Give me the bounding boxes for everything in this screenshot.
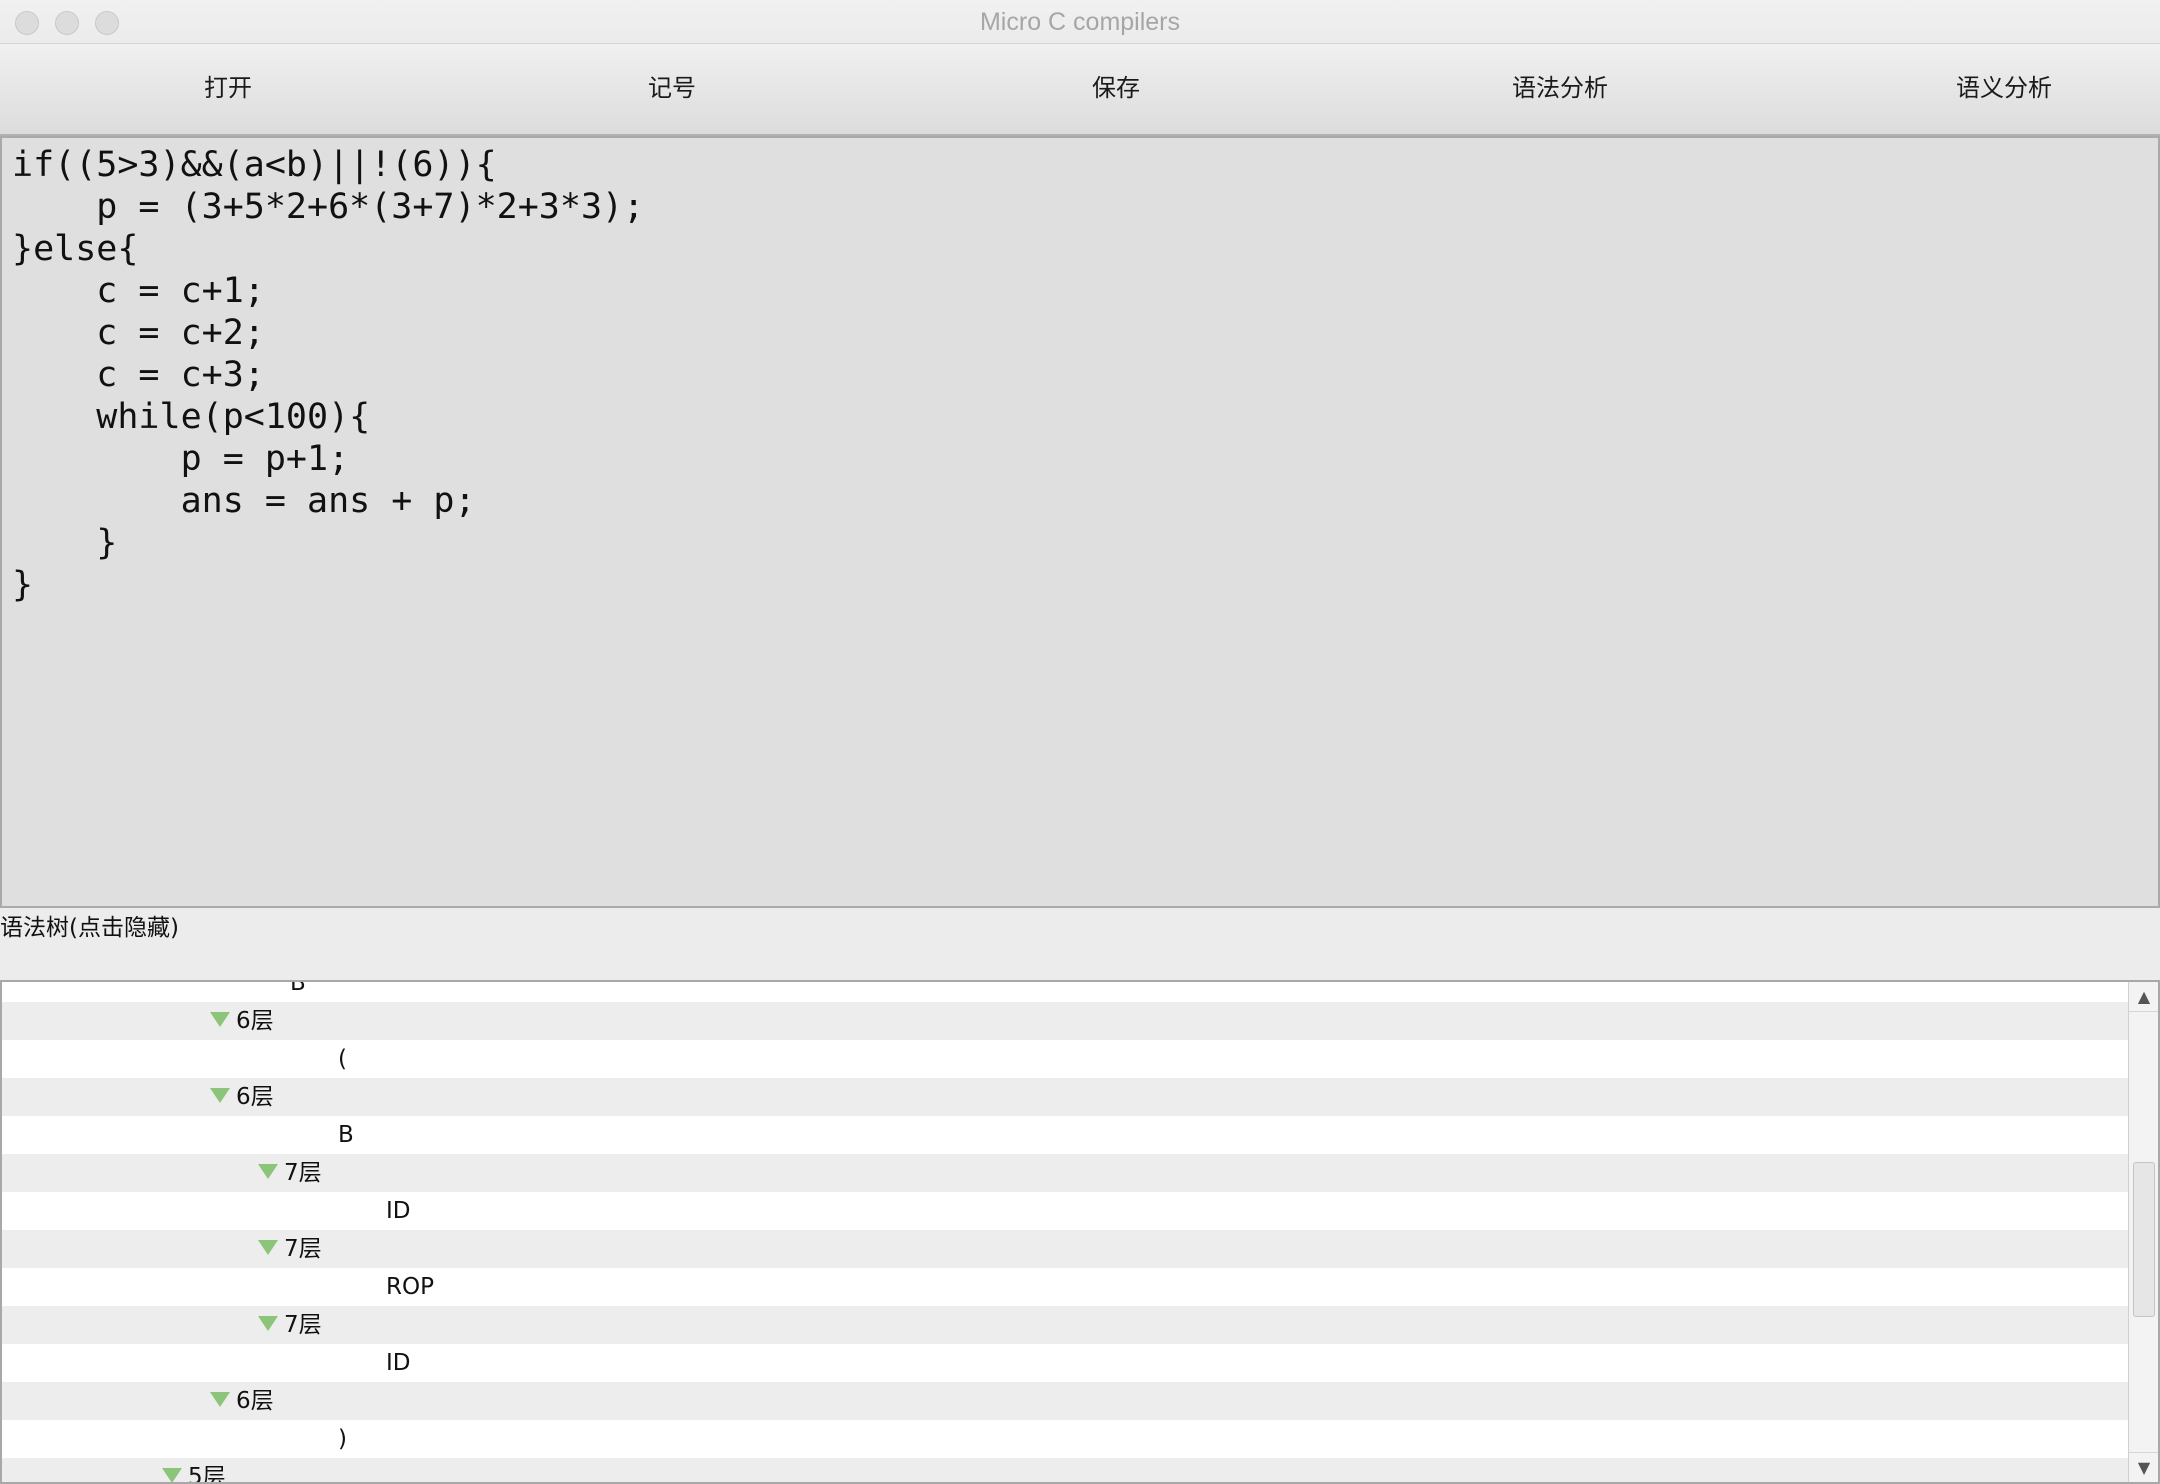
- tree-rows: B 6层 (6层 B 7层 ID 7层 ROP 7层 ID 6层) 5层: [2, 980, 2128, 1484]
- tokens-button[interactable]: 记号: [542, 44, 802, 132]
- tree-node-label: 7层: [284, 1236, 322, 1262]
- tree-row[interactable]: 6层: [2, 1382, 2128, 1420]
- tree-node: 7层: [258, 1154, 322, 1192]
- tree-node: ID: [386, 1344, 411, 1382]
- semantic-analysis-button[interactable]: 语义分析: [1874, 44, 2134, 132]
- tree-row[interactable]: 7层: [2, 1230, 2128, 1268]
- tree-node: ID: [386, 1192, 411, 1230]
- tree-node-label: B: [290, 980, 306, 996]
- tree-node: 6层: [210, 1002, 274, 1040]
- title-bar: Micro C compilers: [0, 0, 2160, 44]
- tree-node-label: 6层: [236, 1008, 274, 1034]
- tree-node-label: 6层: [236, 1084, 274, 1110]
- code-editor[interactable]: if((5>3)&&(a<b)||!(6)){ p = (3+5*2+6*(3+…: [0, 136, 2160, 908]
- tree-node: 7层: [258, 1306, 322, 1344]
- tree-node: ROP: [386, 1268, 434, 1306]
- expander-triangle-down-icon[interactable]: [258, 1316, 278, 1331]
- tree-row[interactable]: 7层: [2, 1306, 2128, 1344]
- tree-node: B: [290, 980, 306, 1002]
- expander-triangle-down-icon[interactable]: [210, 1012, 230, 1027]
- tree-node-label: B: [338, 1122, 354, 1148]
- tree-node-label: ID: [386, 1350, 411, 1376]
- tree-node-label: ): [338, 1426, 347, 1452]
- tree-node: 7层: [258, 1230, 322, 1268]
- code-text[interactable]: if((5>3)&&(a<b)||!(6)){ p = (3+5*2+6*(3+…: [12, 144, 2148, 606]
- tree-node-label: ID: [386, 1198, 411, 1224]
- save-button[interactable]: 保存: [986, 44, 1246, 132]
- scroll-up-arrow-icon[interactable]: ▲: [2129, 982, 2158, 1012]
- tree-row[interactable]: (: [2, 1040, 2128, 1078]
- tree-node: 6层: [210, 1078, 274, 1116]
- syntax-tree-view[interactable]: B 6层 (6层 B 7层 ID 7层 ROP 7层 ID 6层) 5层 ▲ ▼: [0, 980, 2160, 1484]
- expander-triangle-down-icon[interactable]: [210, 1392, 230, 1407]
- tree-node-label: ROP: [386, 1274, 434, 1300]
- tree-node: B: [338, 1116, 354, 1154]
- tree-node: 5层: [162, 1458, 226, 1484]
- expander-triangle-down-icon[interactable]: [162, 1468, 182, 1482]
- expander-triangle-down-icon[interactable]: [258, 1164, 278, 1179]
- scrollbar-thumb[interactable]: [2133, 1162, 2155, 1317]
- tree-row[interactable]: 6层: [2, 1078, 2128, 1116]
- tree-node-label: 5层: [188, 1464, 226, 1484]
- tree-node: (: [338, 1040, 347, 1078]
- open-button[interactable]: 打开: [98, 44, 358, 132]
- tree-row[interactable]: 5层: [2, 1458, 2128, 1484]
- tree-node-label: 7层: [284, 1312, 322, 1338]
- tree-node: ): [338, 1420, 347, 1458]
- tree-row[interactable]: B: [2, 980, 2128, 1002]
- tree-node-label: 6层: [236, 1388, 274, 1414]
- syntax-analysis-button[interactable]: 语法分析: [1430, 44, 1690, 132]
- tree-row[interactable]: 6层: [2, 1002, 2128, 1040]
- tree-row[interactable]: ): [2, 1420, 2128, 1458]
- tree-row[interactable]: ID: [2, 1344, 2128, 1382]
- tree-node-label: 7层: [284, 1160, 322, 1186]
- toolbar: 打开 记号 保存 语法分析 语义分析: [0, 44, 2160, 136]
- syntax-tree-toggle-label[interactable]: 语法树(点击隐藏): [0, 908, 179, 948]
- tree-row[interactable]: ROP: [2, 1268, 2128, 1306]
- tree-row[interactable]: 7层: [2, 1154, 2128, 1192]
- expander-triangle-down-icon[interactable]: [210, 1088, 230, 1103]
- window-title: Micro C compilers: [979, 8, 1181, 36]
- vertical-scrollbar[interactable]: ▲ ▼: [2128, 982, 2158, 1482]
- scroll-down-arrow-icon[interactable]: ▼: [2129, 1452, 2158, 1482]
- tree-node-label: (: [338, 1046, 347, 1072]
- tree-row[interactable]: B: [2, 1116, 2128, 1154]
- tree-node: 6层: [210, 1382, 274, 1420]
- tree-row[interactable]: ID: [2, 1192, 2128, 1230]
- expander-triangle-down-icon[interactable]: [258, 1240, 278, 1255]
